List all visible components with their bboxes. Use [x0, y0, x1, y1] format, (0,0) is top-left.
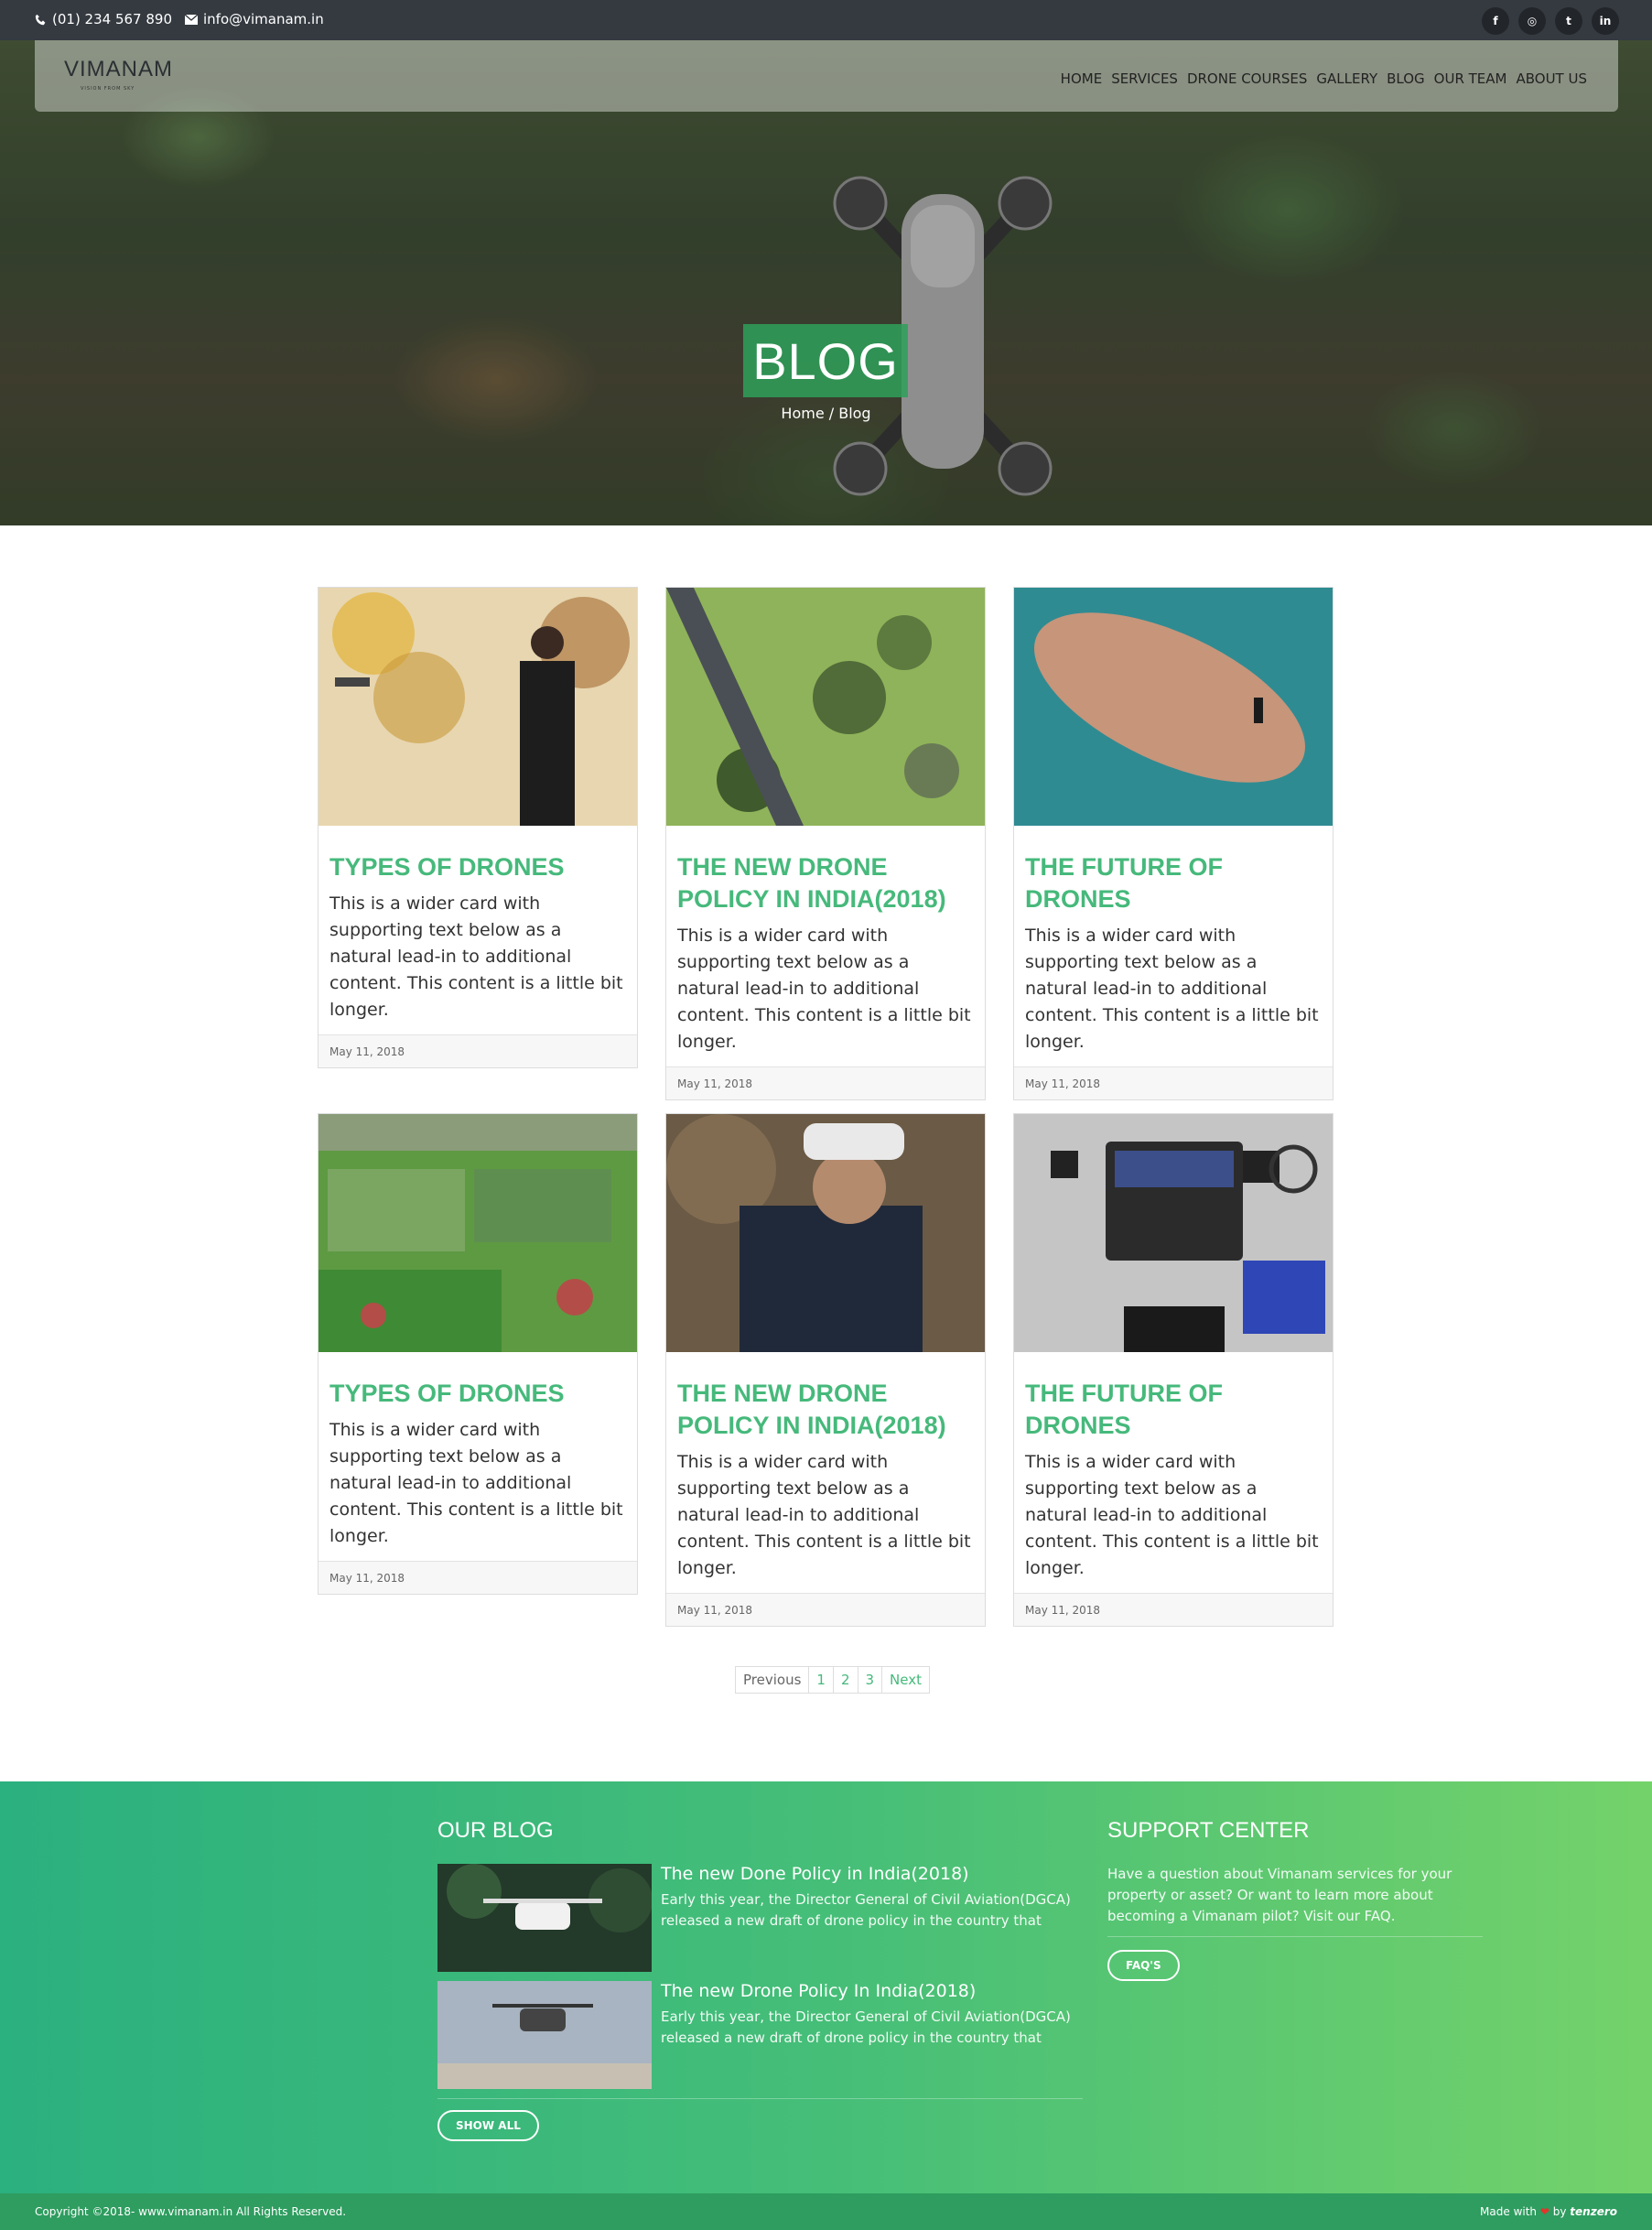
nav-our-team[interactable]: OUR TEAM — [1434, 70, 1507, 87]
hero-banner: BLOG Home / Blog — [0, 40, 1652, 525]
email-address: info@vimanam.in — [203, 11, 324, 27]
card-date: May 11, 2018 — [319, 1561, 637, 1594]
card-title[interactable]: TYPES OF DRONES — [329, 851, 626, 883]
nav-services[interactable]: SERVICES — [1111, 70, 1178, 87]
copyright: Copyright ©2018- www.vimanam.in All Righ… — [35, 2205, 347, 2218]
card-title[interactable]: TYPES OF DRONES — [329, 1378, 626, 1410]
envelope-icon — [185, 14, 198, 25]
blog-card[interactable]: THE FUTURE OF DRONES This is a wider car… — [1013, 1113, 1333, 1627]
card-image — [1014, 588, 1333, 826]
page-title: BLOG — [743, 324, 908, 397]
card-title[interactable]: THE NEW DRONE POLICY IN INDIA(2018) — [677, 851, 974, 915]
footer-post[interactable]: The new Done Policy in India(2018) Early… — [437, 1864, 1083, 1972]
navbar: VIMANAM VISION FROM SKY HOME SERVICES DR… — [35, 40, 1618, 112]
footer-blog-heading: OUR BLOG — [437, 1818, 554, 1843]
contact-info: (01) 234 567 890 info@vimanam.in — [35, 11, 324, 27]
card-text: This is a wider card with supporting tex… — [1025, 1452, 1319, 1578]
top-bar: (01) 234 567 890 info@vimanam.in f ◎ t i… — [0, 0, 1652, 40]
support-text: Have a question about Vimanam services f… — [1107, 1866, 1452, 1924]
card-text: This is a wider card with supporting tex… — [677, 926, 971, 1052]
bottom-bar: Copyright ©2018- www.vimanam.in All Righ… — [0, 2193, 1652, 2230]
nav-about-us[interactable]: ABOUT US — [1516, 70, 1587, 87]
card-image — [319, 1114, 637, 1352]
post-title[interactable]: The new Drone Policy In India(2018) — [661, 1981, 1083, 2001]
post-image — [437, 1981, 652, 2089]
card-title[interactable]: THE FUTURE OF DRONES — [1025, 851, 1322, 915]
by-text: by — [1552, 2205, 1567, 2218]
instagram-icon[interactable]: ◎ — [1518, 7, 1546, 35]
divider — [1107, 1936, 1483, 1937]
blog-card[interactable]: THE FUTURE OF DRONES This is a wider car… — [1013, 587, 1333, 1100]
blog-card[interactable]: TYPES OF DRONES This is a wider card wit… — [318, 587, 638, 1068]
twitter-icon[interactable]: t — [1555, 7, 1582, 35]
card-image — [1014, 1114, 1333, 1352]
card-date: May 11, 2018 — [666, 1066, 985, 1099]
email-contact[interactable]: info@vimanam.in — [185, 11, 324, 27]
phone-icon — [35, 14, 46, 25]
post-title[interactable]: The new Done Policy in India(2018) — [661, 1864, 1083, 1884]
post-excerpt: Early this year, the Director General of… — [661, 2008, 1071, 2046]
page-3[interactable]: 3 — [858, 1667, 883, 1693]
nav-gallery[interactable]: GALLERY — [1316, 70, 1377, 87]
nav-drone-courses[interactable]: DRONE COURSES — [1187, 70, 1307, 87]
card-image — [666, 1114, 985, 1352]
card-title[interactable]: THE NEW DRONE POLICY IN INDIA(2018) — [677, 1378, 974, 1442]
card-text: This is a wider card with supporting tex… — [677, 1452, 971, 1578]
nav-home[interactable]: HOME — [1061, 70, 1103, 87]
pagination: Previous 1 2 3 Next — [735, 1666, 930, 1694]
footer-blog: OUR BLOG The new Done Policy in India(20… — [437, 1818, 1083, 2141]
page-1[interactable]: 1 — [809, 1667, 834, 1693]
nav-blog[interactable]: BLOG — [1387, 70, 1425, 87]
card-date: May 11, 2018 — [319, 1034, 637, 1067]
support-heading: SUPPORT CENTER — [1107, 1818, 1310, 1843]
card-text: This is a wider card with supporting tex… — [329, 893, 623, 1020]
facebook-icon[interactable]: f — [1482, 7, 1509, 35]
card-text: This is a wider card with supporting tex… — [1025, 926, 1319, 1052]
card-image — [319, 588, 637, 826]
brand-name: VIMANAM — [64, 57, 174, 81]
show-all-button[interactable]: SHOW ALL — [437, 2110, 539, 2141]
page-next[interactable]: Next — [882, 1667, 929, 1693]
maker-link[interactable]: tenzero — [1570, 2205, 1617, 2218]
breadcrumb[interactable]: Home / Blog — [0, 405, 1652, 422]
divider — [437, 2098, 1083, 2099]
card-title[interactable]: THE FUTURE OF DRONES — [1025, 1378, 1322, 1442]
linkedin-icon[interactable]: in — [1592, 7, 1619, 35]
card-date: May 11, 2018 — [666, 1593, 985, 1626]
heart-icon: ❤ — [1539, 2205, 1549, 2218]
faq-button[interactable]: FAQ'S — [1107, 1950, 1180, 1981]
page-2[interactable]: 2 — [834, 1667, 858, 1693]
post-image — [437, 1864, 652, 1972]
footer: OUR BLOG The new Done Policy in India(20… — [0, 1781, 1652, 2193]
card-text: This is a wider card with supporting tex… — [329, 1420, 623, 1546]
card-date: May 11, 2018 — [1014, 1593, 1333, 1626]
blog-card[interactable]: THE NEW DRONE POLICY IN INDIA(2018) This… — [665, 587, 986, 1100]
blog-card[interactable]: TYPES OF DRONES This is a wider card wit… — [318, 1113, 638, 1595]
phone-contact[interactable]: (01) 234 567 890 — [35, 11, 172, 27]
social-links: f ◎ t in — [1482, 7, 1619, 35]
card-image — [666, 588, 985, 826]
made-with: Made with ❤ by tenzero — [1480, 2205, 1617, 2218]
main-nav: HOME SERVICES DRONE COURSES GALLERY BLOG… — [1061, 70, 1587, 87]
brand-tagline: VISION FROM SKY — [81, 86, 135, 92]
blog-card[interactable]: THE NEW DRONE POLICY IN INDIA(2018) This… — [665, 1113, 986, 1627]
page-previous[interactable]: Previous — [736, 1667, 810, 1693]
brand-logo[interactable]: VIMANAM VISION FROM SKY — [64, 57, 174, 97]
made-with-text: Made with — [1480, 2205, 1538, 2218]
post-excerpt: Early this year, the Director General of… — [661, 1891, 1071, 1929]
footer-post[interactable]: The new Drone Policy In India(2018) Earl… — [437, 1981, 1083, 2089]
phone-number: (01) 234 567 890 — [52, 11, 172, 27]
support-center: SUPPORT CENTER Have a question about Vim… — [1107, 1818, 1483, 1981]
card-date: May 11, 2018 — [1014, 1066, 1333, 1099]
